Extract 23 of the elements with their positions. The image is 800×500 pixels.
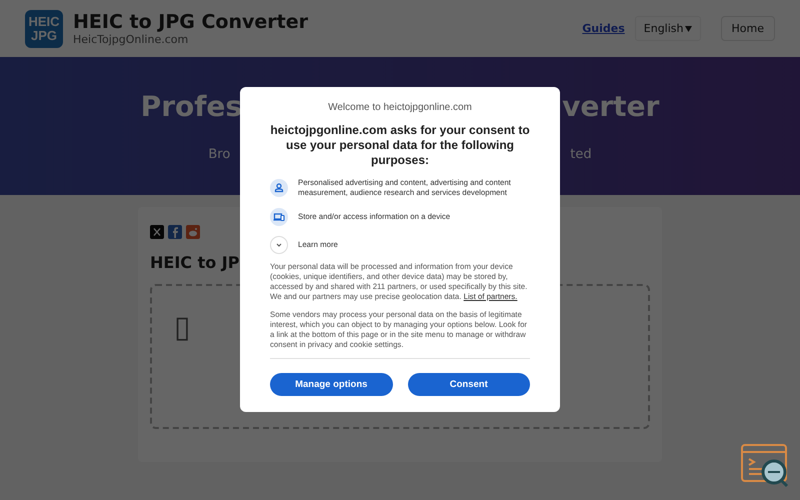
x-share-icon[interactable] xyxy=(150,225,164,239)
welcome-text: Welcome to heictojpgonline.com xyxy=(327,102,473,113)
hero-title: Profes xyxy=(140,90,242,123)
hero-title: verter xyxy=(562,90,660,123)
site-title: HEIC to JPG Converter xyxy=(73,11,308,33)
guides-link[interactable]: Guides xyxy=(582,22,625,35)
window-search-icon[interactable] xyxy=(741,444,791,488)
manage-options-button[interactable]: Manage options xyxy=(270,372,392,396)
language-dropdown[interactable]: English xyxy=(634,16,701,41)
site-subtitle: HeicTojpgOnline.com xyxy=(73,33,190,46)
facebook-share-icon[interactable] xyxy=(168,225,182,239)
consent-button[interactable]: Consent xyxy=(408,372,530,396)
devices-icon xyxy=(270,208,288,226)
caret-icon xyxy=(684,26,692,32)
missing-glyph: ▯ xyxy=(174,310,191,345)
converter-title: HEIC to JP xyxy=(150,253,240,272)
chevron-down-icon[interactable] xyxy=(270,236,288,254)
reddit-share-icon[interactable] xyxy=(186,225,200,239)
consent-heading: heictojpgonline.com asks for your consent to use your personal data for the following purposes: xyxy=(269,123,531,168)
home-button[interactable]: Home xyxy=(720,16,775,41)
person-icon xyxy=(270,179,288,197)
hero-subtitle: ted xyxy=(570,147,592,162)
hero-subtitle: Bro xyxy=(208,147,230,162)
